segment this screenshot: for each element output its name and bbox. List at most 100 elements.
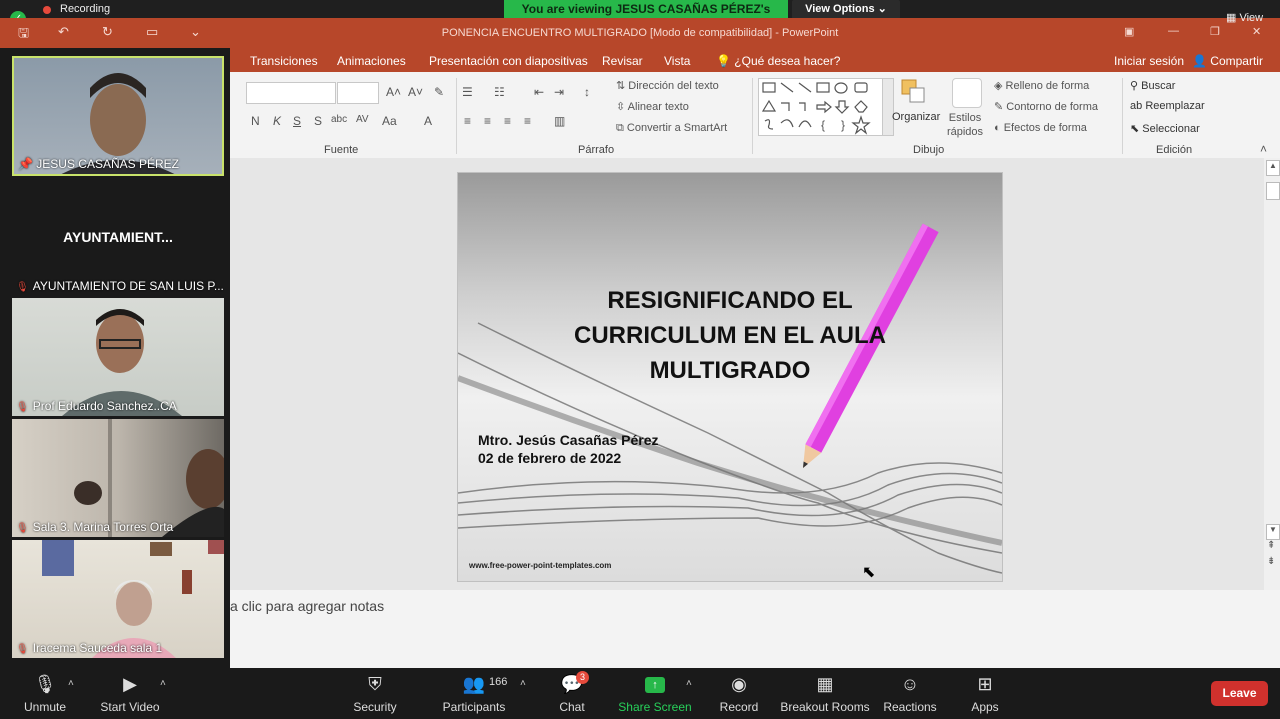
pen-icon: ✎ [994, 101, 1004, 113]
sign-in-link[interactable]: Iniciar sesión [1114, 54, 1184, 68]
replace-button[interactable]: ab Reemplazar [1130, 100, 1205, 112]
participants-button[interactable]: 👥 166 Participants [429, 668, 519, 719]
quick-styles-label[interactable]: Estilos rápidos [943, 111, 987, 139]
apps-button[interactable]: ⊞ Apps [940, 668, 1030, 719]
line-spacing-icon[interactable]: ↕ [584, 85, 590, 99]
shapes-gallery[interactable]: {} [758, 78, 884, 136]
start-video-button[interactable]: ▶ Start Video [85, 668, 175, 719]
align-text-button[interactable]: ⇳ Alinear texto [616, 100, 689, 113]
shape-outline-button[interactable]: ✎ Contorno de forma [994, 100, 1098, 113]
next-slide-icon[interactable]: ⇟ [1267, 556, 1275, 567]
tab-presentacion[interactable]: Presentación con diapositivas [429, 54, 588, 68]
increase-indent-icon[interactable]: ⇥ [554, 85, 564, 99]
video-tile-5[interactable]: 🎙 Iracema Sauceda sala 1 [12, 540, 224, 658]
bold-button[interactable]: N [251, 114, 260, 128]
chat-button[interactable]: 💬 3 Chat [527, 668, 617, 719]
align-center-icon[interactable]: ≡ [484, 114, 491, 128]
notes-pane[interactable]: a clic para agregar notas [230, 590, 1280, 668]
font-name-dropdown[interactable] [246, 82, 336, 104]
shape-fill-button[interactable]: ◈ Relleno de forma [994, 79, 1089, 92]
bullets-icon[interactable]: ☰ [462, 85, 473, 99]
tab-vista[interactable]: Vista [664, 54, 690, 68]
prev-slide-icon[interactable]: ⇞ [1267, 540, 1275, 551]
collapse-ribbon-icon[interactable]: ˄ [1260, 142, 1267, 156]
text-direction-button[interactable]: ⇅ Dirección del texto [616, 79, 719, 92]
align-left-icon[interactable]: ≡ [464, 114, 471, 128]
shadow-button[interactable]: S [314, 114, 322, 128]
tell-me-box[interactable]: 💡 ¿Qué desea hacer? [716, 54, 840, 68]
slide[interactable]: RESIGNIFICANDO EL CURRICULUM EN EL AULA … [457, 172, 1003, 582]
breakout-rooms-button[interactable]: ▦ Breakout Rooms [780, 668, 870, 719]
chat-icon: 💬 [560, 674, 584, 694]
font-color-button[interactable]: A [424, 114, 432, 128]
increase-font-icon[interactable]: A˄ [386, 85, 401, 99]
smartart-button[interactable]: ⧉ Convertir a SmartArt [616, 122, 727, 135]
tell-me-label: ¿Qué desea hacer? [734, 54, 841, 68]
cursor-icon: ⬉ [1130, 123, 1140, 135]
group-label-fuente: Fuente [324, 144, 359, 156]
decrease-font-icon[interactable]: A˅ [408, 85, 423, 99]
video-tile-1[interactable]: 📌 JESUS CASAÑAS PÉREZ [12, 56, 224, 176]
view-button[interactable]: ▦ View [1226, 11, 1263, 24]
slide-date: 02 de febrero de 2022 [478, 450, 622, 466]
tab-animaciones[interactable]: Animaciones [337, 54, 406, 68]
columns-icon[interactable]: ▥ [554, 114, 565, 128]
shapes-gallery-scroll[interactable] [882, 78, 894, 136]
ribbon-display-icon[interactable]: ▣ [1124, 25, 1134, 38]
video-tile-3[interactable]: 🎙 Prof Eduardo Sanchez..CA [12, 298, 224, 416]
select-button[interactable]: ⬉ Seleccionar [1130, 122, 1200, 135]
search-icon: ⚲ [1130, 80, 1139, 92]
person-icon: 👤 [1192, 54, 1207, 68]
participants-chevron-icon[interactable]: ˄ [520, 678, 526, 689]
slide-title-line-3: MULTIGRADO [649, 357, 811, 384]
underline-button[interactable]: S [293, 114, 301, 128]
security-button[interactable]: ⛨ Security [330, 668, 420, 719]
arrange-label[interactable]: Organizar [892, 111, 940, 123]
close-icon[interactable]: ✕ [1252, 25, 1261, 38]
scroll-down-icon[interactable]: ▼ [1266, 524, 1280, 540]
recording-label[interactable]: Recording [40, 3, 110, 15]
find-button[interactable]: ⚲ Buscar [1130, 79, 1175, 92]
change-case-button[interactable]: Aa [382, 114, 397, 128]
record-button[interactable]: ◉ Record [694, 668, 784, 719]
leave-button[interactable]: Leave [1211, 681, 1268, 706]
decrease-indent-icon[interactable]: ⇤ [534, 85, 544, 99]
spacing-button[interactable]: AV [356, 114, 369, 125]
redo-icon[interactable]: ↻ [102, 24, 113, 40]
quick-styles-icon[interactable] [952, 78, 982, 108]
start-presentation-icon[interactable]: ▭ [146, 24, 158, 40]
undo-icon[interactable]: ↶ [58, 24, 69, 40]
strikethrough-button[interactable]: abc [331, 114, 347, 125]
audio-options-chevron-icon[interactable]: ˄ [68, 678, 74, 689]
clear-format-icon[interactable]: ✎ [434, 85, 444, 99]
italic-button[interactable]: K [273, 114, 281, 128]
vertical-scrollbar[interactable]: ▲ ▼ ⇞ ⇟ [1264, 158, 1280, 590]
video-tile-2[interactable]: AYUNTAMIENT... 🎙 AYUNTAMIENTO DE SAN LUIS… [12, 178, 224, 296]
view-options-button[interactable]: View Options ⌄ [792, 0, 900, 19]
arrange-icon[interactable] [900, 78, 928, 106]
video-options-chevron-icon[interactable]: ˄ [160, 678, 166, 689]
video-tile-4[interactable]: 🎙 Sala 3. Marina Torres Orta [12, 419, 224, 537]
save-icon[interactable]: 🖫 [18, 24, 29, 46]
tab-transiciones[interactable]: Transiciones [250, 54, 318, 68]
numbering-icon[interactable]: ☷ [494, 85, 505, 99]
scroll-thumb[interactable] [1266, 182, 1280, 200]
shape-outline-label: Contorno de forma [1006, 101, 1098, 113]
share-options-chevron-icon[interactable]: ˄ [686, 678, 692, 689]
font-size-dropdown[interactable] [337, 82, 379, 104]
shape-fill-label: Relleno de forma [1005, 80, 1090, 92]
tab-revisar[interactable]: Revisar [602, 54, 643, 68]
muted-mic-icon: 🎙 [16, 523, 29, 534]
minimize-icon[interactable]: — [1168, 25, 1179, 37]
unmute-button[interactable]: 🎙 Unmute [0, 668, 90, 719]
notes-placeholder: a clic para agregar notas [230, 598, 385, 614]
participant-panel: 📌 JESUS CASAÑAS PÉREZ AYUNTAMIENT... 🎙 AY… [6, 48, 230, 668]
share-screen-button[interactable]: ↑ Share Screen [610, 668, 700, 719]
scroll-up-icon[interactable]: ▲ [1266, 160, 1280, 176]
customize-qat-icon[interactable]: ⌄ [190, 24, 201, 40]
align-right-icon[interactable]: ≡ [504, 114, 511, 128]
restore-icon[interactable]: ❐ [1210, 25, 1220, 38]
shape-effects-button[interactable]: ◐ Efectos de forma [994, 122, 1087, 134]
justify-icon[interactable]: ≡ [524, 114, 531, 128]
share-button[interactable]: 👤 Compartir [1192, 54, 1263, 68]
